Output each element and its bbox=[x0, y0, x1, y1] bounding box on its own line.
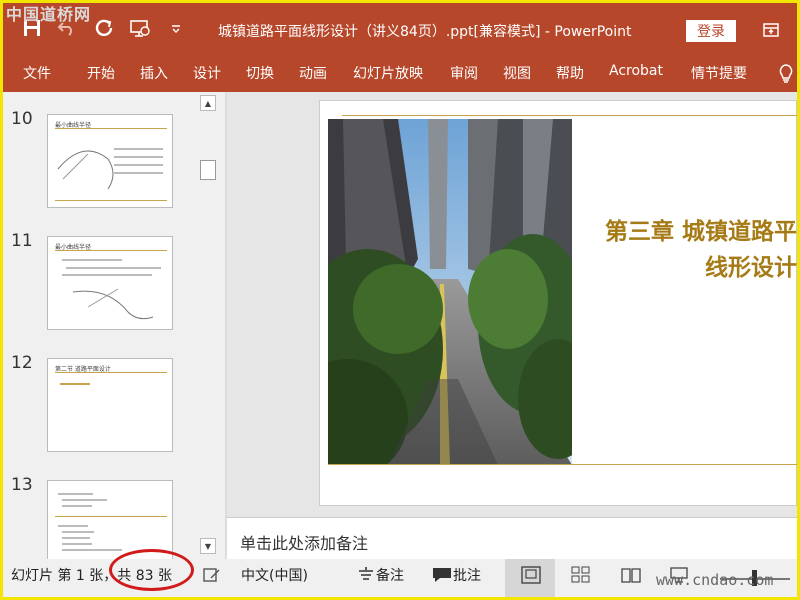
slide-thumbnail-10[interactable]: 最小曲线半径 bbox=[47, 114, 173, 208]
title-bar: 城镇道路平面线形设计（讲义84页）.ppt[兼容模式] - PowerPoint… bbox=[3, 3, 797, 55]
comments-label[interactable]: 批注 bbox=[453, 565, 481, 585]
login-button[interactable]: 登录 bbox=[686, 20, 736, 42]
scroll-up-button[interactable]: ▲ bbox=[200, 95, 216, 111]
tab-storyboard[interactable]: 情节提要 bbox=[691, 63, 747, 83]
thumbnail-number: 10 bbox=[11, 109, 33, 129]
slide-thumbnail-12[interactable]: 第二节 道路平面设计 bbox=[47, 358, 173, 452]
slide-thumbnail-11[interactable]: 最小曲线半径 bbox=[47, 236, 173, 330]
scroll-down-button[interactable]: ▼ bbox=[200, 538, 216, 554]
thumbnail-number: 13 bbox=[11, 475, 33, 495]
comments-icon[interactable] bbox=[431, 565, 453, 585]
accessibility-check-icon[interactable] bbox=[201, 565, 223, 585]
city-street-photo[interactable] bbox=[328, 119, 572, 465]
tab-file[interactable]: 文件 bbox=[23, 63, 51, 83]
tab-insert[interactable]: 插入 bbox=[140, 63, 168, 83]
tab-slideshow[interactable]: 幻灯片放映 bbox=[353, 63, 423, 83]
notes-placeholder: 单击此处添加备注 bbox=[240, 534, 369, 553]
notes-toggle-icon[interactable] bbox=[355, 565, 377, 585]
thumbnail-scrollbar[interactable]: ▲ ▼ bbox=[197, 92, 219, 559]
reading-view-icon[interactable] bbox=[620, 565, 642, 585]
slide-bottom-rule bbox=[328, 464, 797, 465]
lightbulb-icon[interactable] bbox=[778, 63, 794, 83]
scrollbar-thumb[interactable] bbox=[200, 160, 216, 180]
document-title: 城镇道路平面线形设计（讲义84页）.ppt[兼容模式] - PowerPoint bbox=[218, 24, 632, 40]
notes-pane[interactable]: 单击此处添加备注 bbox=[227, 517, 797, 559]
thumbnail-number: 12 bbox=[11, 353, 33, 373]
tab-design[interactable]: 设计 bbox=[193, 63, 221, 83]
watermark-top: 中国道桥网 bbox=[6, 5, 92, 24]
redo-icon[interactable] bbox=[93, 17, 115, 39]
normal-view-icon[interactable] bbox=[520, 565, 542, 585]
tab-acrobat[interactable]: Acrobat bbox=[609, 63, 663, 79]
language-indicator[interactable]: 中文(中国) bbox=[241, 565, 308, 585]
ribbon-display-options-icon[interactable] bbox=[761, 20, 781, 40]
thumbnail-number: 11 bbox=[11, 231, 33, 251]
tab-help[interactable]: 帮助 bbox=[556, 63, 584, 83]
slide-title-line-1[interactable]: 第三章 城镇道路平 bbox=[605, 212, 797, 246]
slide-title-line-2[interactable]: 线形设计 bbox=[705, 248, 797, 282]
notes-toggle-label[interactable]: 备注 bbox=[376, 565, 404, 585]
tab-review[interactable]: 审阅 bbox=[450, 63, 478, 83]
customize-toolbar-icon[interactable] bbox=[165, 17, 187, 39]
tab-transitions[interactable]: 切换 bbox=[246, 63, 274, 83]
tab-view[interactable]: 视图 bbox=[503, 63, 531, 83]
slide-thumbnail-13[interactable] bbox=[47, 480, 173, 559]
red-highlight-circle bbox=[109, 549, 194, 591]
slide-thumbnail-panel: 10 最小曲线半径 11 最小曲线半径 12 第二节 道路平面设计 13 bbox=[3, 92, 225, 559]
watermark-bottom: www.cndao.com bbox=[656, 571, 774, 589]
tab-animations[interactable]: 动画 bbox=[299, 63, 327, 83]
slide-top-rule bbox=[342, 115, 797, 116]
tab-home[interactable]: 开始 bbox=[87, 63, 115, 83]
slide-sorter-icon[interactable] bbox=[570, 565, 592, 585]
ribbon-tabs: 文件 开始 插入 设计 切换 动画 幻灯片放映 审阅 视图 帮助 Acrobat… bbox=[3, 55, 797, 92]
start-slideshow-icon[interactable] bbox=[129, 17, 151, 39]
